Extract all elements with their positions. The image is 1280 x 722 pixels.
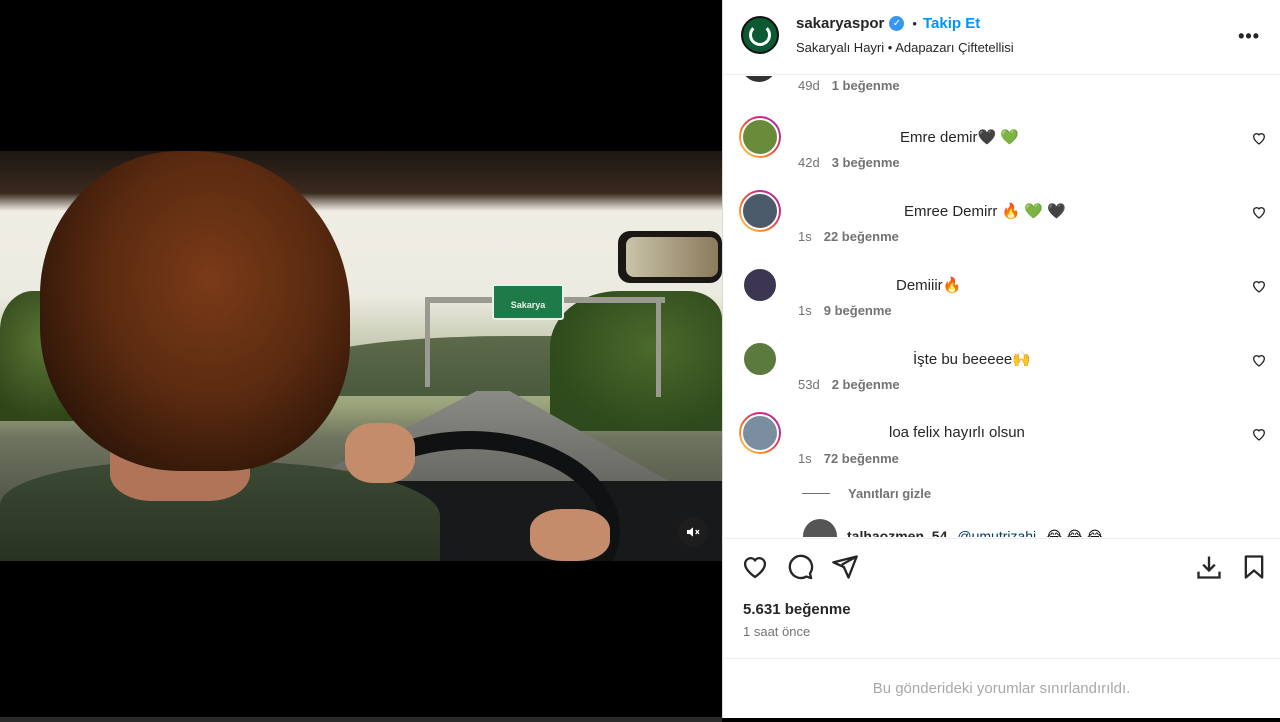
like-comment-heart-icon[interactable] [1251, 204, 1267, 220]
comment-text: loa felix hayırlı olsun [889, 424, 1025, 441]
comment-meta: 1s 9 beğenme [798, 303, 892, 318]
driver-hand-left [345, 423, 415, 483]
partial-comment-meta: 49d 1 beğenme [798, 78, 900, 93]
comment-text: Emre demir🖤 💚 [900, 129, 1020, 146]
trees-right [550, 291, 722, 431]
driver-hair [40, 151, 350, 471]
post-likes-count[interactable]: 5.631 beğenme [743, 601, 851, 618]
verified-badge-icon: ✓ [889, 16, 905, 31]
comment-time[interactable]: 1s [798, 229, 812, 244]
header-line: sakaryaspor ✓ • Takip Et [796, 15, 980, 32]
mirror-reflection [626, 237, 718, 277]
comment-meta: 1s 22 beğenme [798, 229, 899, 244]
download-icon[interactable] [1195, 553, 1223, 581]
comment-item: Demiiir🔥 1s 9 beğenme [723, 264, 1280, 324]
comment-text: İşte bu beeeee🙌 [913, 351, 1031, 368]
comment-bubble-icon[interactable] [786, 553, 814, 581]
comment-text: Demiiir🔥 [896, 277, 962, 294]
more-options-button[interactable]: ••• [1238, 26, 1260, 47]
driver-hand-right [530, 509, 610, 561]
speaker-muted-icon [687, 527, 700, 537]
hide-replies-label: Yanıtları gizle [848, 486, 932, 501]
post-panel: sakaryaspor ✓ • Takip Et Sakaryalı Hayri… [722, 0, 1280, 718]
comments-restricted-notice: Bu gönderideki yorumlar sınırlandırıldı. [723, 658, 1280, 718]
video-frame[interactable]: Sakarya [0, 151, 722, 561]
action-bar: 5.631 beğenme 1 saat önce [723, 538, 1280, 658]
comment-likes[interactable]: 22 beğenme [824, 229, 899, 244]
club-logo-icon [749, 24, 771, 46]
separator-dot: • [912, 16, 917, 31]
sign-pole-left [425, 297, 430, 387]
comment-item: Emre demir🖤 💚 42d 3 beğenme [723, 116, 1280, 176]
reply-mention[interactable]: @umutrizahi [957, 528, 1036, 537]
like-comment-heart-icon[interactable] [1251, 278, 1267, 294]
comment-item: loa felix hayırlı olsun 1s 72 beğenme [723, 412, 1280, 472]
comment-likes[interactable]: 2 beğenme [832, 377, 900, 392]
comment-likes[interactable]: 9 beğenme [824, 303, 892, 318]
comment-text: Emree Demirr 🔥 💚 🖤 [904, 203, 1066, 220]
post-timestamp[interactable]: 1 saat önce [743, 624, 810, 639]
account-username[interactable]: sakaryaspor [796, 15, 884, 32]
comments-list[interactable]: 49d 1 beğenme Emre demir🖤 💚 42d 3 beğenm… [723, 76, 1280, 537]
reply-username[interactable]: talhaozmen_54 [847, 528, 947, 537]
save-bookmark-icon[interactable] [1240, 553, 1268, 581]
comment-avatar[interactable] [739, 338, 781, 380]
like-comment-heart-icon[interactable] [1251, 130, 1267, 146]
comment-likes[interactable]: 1 beğenme [832, 78, 900, 93]
audio-subtitle[interactable]: Sakaryalı Hayri • Adapazarı Çiftetellisi [796, 40, 1014, 55]
post-media[interactable]: Sakarya [0, 0, 722, 722]
comment-likes[interactable]: 3 beğenme [832, 155, 900, 170]
partial-avatar[interactable] [741, 76, 777, 82]
comment-meta: 53d 2 beğenme [798, 377, 900, 392]
post-header: sakaryaspor ✓ • Takip Et Sakaryalı Hayri… [723, 0, 1280, 75]
road-sign: Sakarya [492, 284, 564, 320]
comment-likes[interactable]: 72 beğenme [824, 451, 899, 466]
mute-button[interactable] [678, 517, 708, 547]
road-sign-text: Sakarya [510, 300, 546, 310]
follow-button[interactable]: Takip Et [923, 15, 980, 32]
comment-time[interactable]: 49d [798, 78, 820, 93]
comment-time[interactable]: 42d [798, 155, 820, 170]
comment-item: Emree Demirr 🔥 💚 🖤 1s 22 beğenme [723, 190, 1280, 250]
comment-meta: 42d 3 beğenme [798, 155, 900, 170]
like-heart-icon[interactable] [741, 553, 769, 581]
comment-avatar[interactable] [739, 264, 781, 306]
like-comment-heart-icon[interactable] [1251, 426, 1267, 442]
comment-time[interactable]: 1s [798, 451, 812, 466]
reply-item: talhaozmen_54 @umutrizahi 😂 😂 😂 [803, 519, 1263, 538]
reply-avatar[interactable] [803, 519, 837, 537]
bottom-strip [0, 717, 722, 722]
comment-avatar[interactable] [739, 116, 781, 158]
share-paper-plane-icon[interactable] [831, 553, 859, 581]
reply-emojis: 😂 😂 😂 [1046, 527, 1104, 538]
comment-avatar[interactable] [739, 190, 781, 232]
hide-replies-line [802, 493, 830, 494]
comment-meta: 1s 72 beğenme [798, 451, 899, 466]
comment-item: İşte bu beeeee🙌 53d 2 beğenme [723, 338, 1280, 398]
account-avatar[interactable] [741, 16, 779, 54]
sign-pole-right [656, 297, 661, 397]
comment-time[interactable]: 53d [798, 377, 820, 392]
hide-replies-button[interactable]: Yanıtları gizle [802, 486, 931, 501]
comment-avatar[interactable] [739, 412, 781, 454]
like-comment-heart-icon[interactable] [1251, 352, 1267, 368]
comment-time[interactable]: 1s [798, 303, 812, 318]
